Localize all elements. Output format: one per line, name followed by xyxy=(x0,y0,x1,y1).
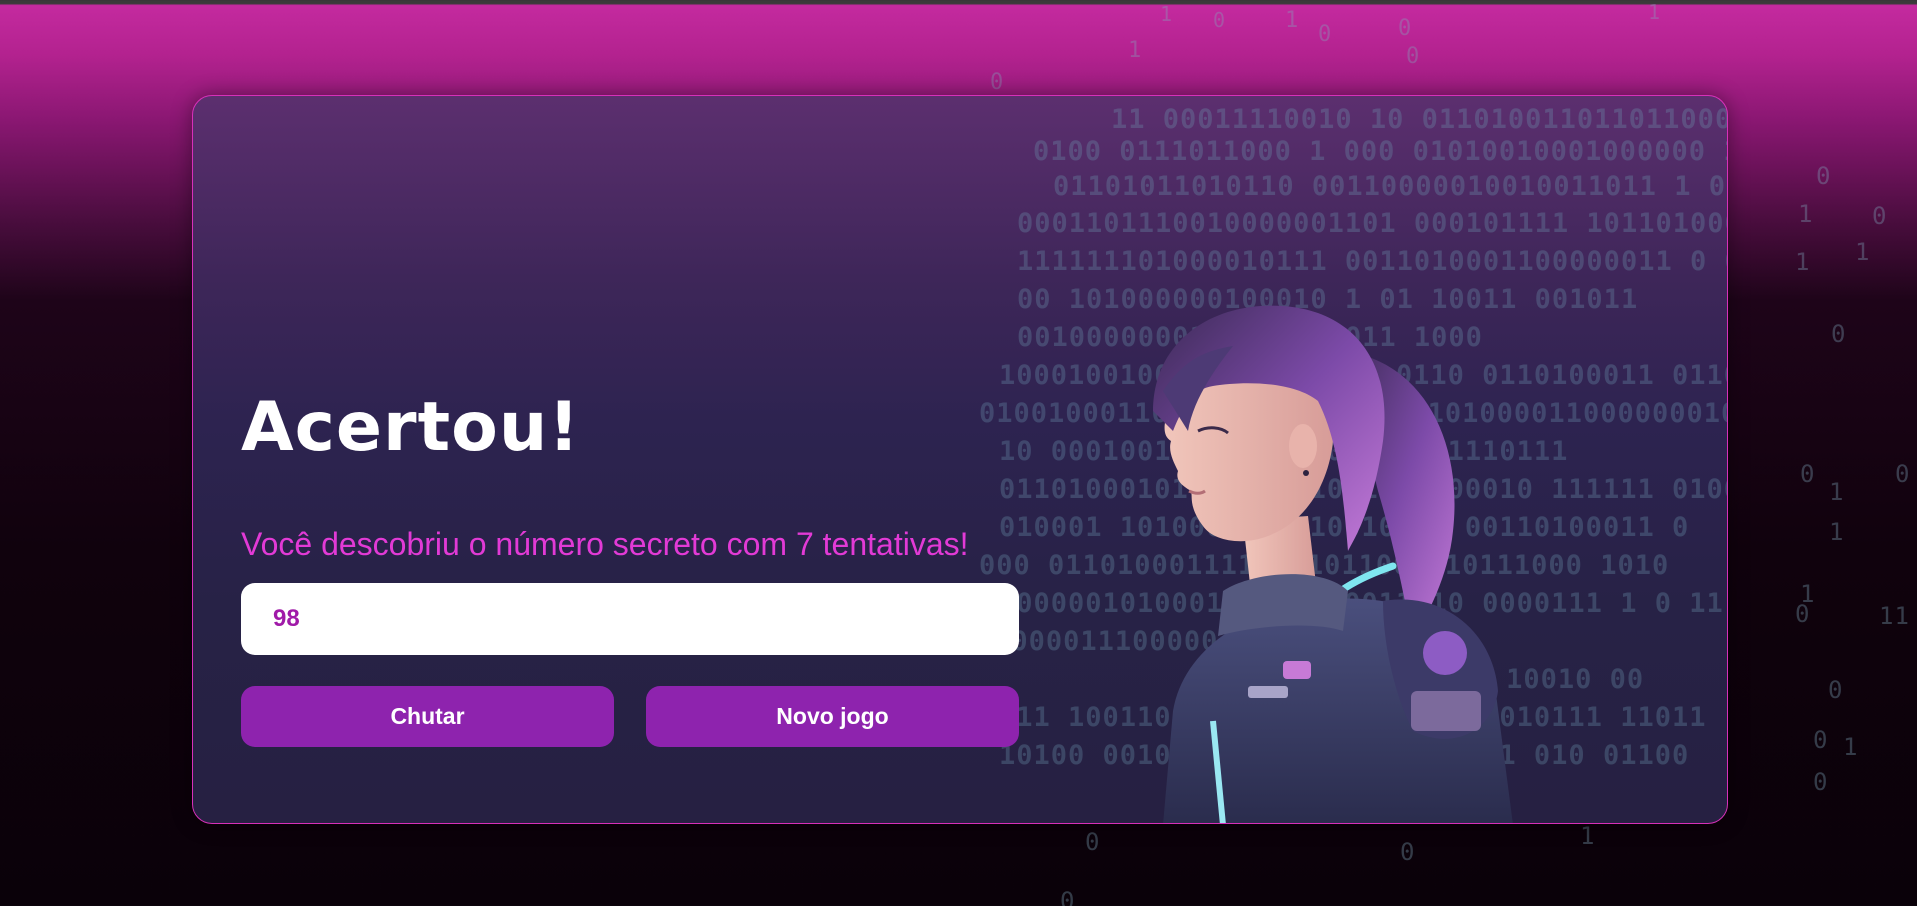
guess-button[interactable]: Chutar xyxy=(241,686,614,747)
astronaut-character-illustration xyxy=(1153,305,1513,823)
game-card: 11 00011110010 10 0110100110110110001 01… xyxy=(192,95,1728,824)
page-title: Acertou! xyxy=(241,388,581,467)
guess-input[interactable] xyxy=(241,583,1019,655)
new-game-button[interactable]: Novo jogo xyxy=(646,686,1019,747)
result-message: Você descobriu o número secreto com 7 te… xyxy=(241,526,969,562)
